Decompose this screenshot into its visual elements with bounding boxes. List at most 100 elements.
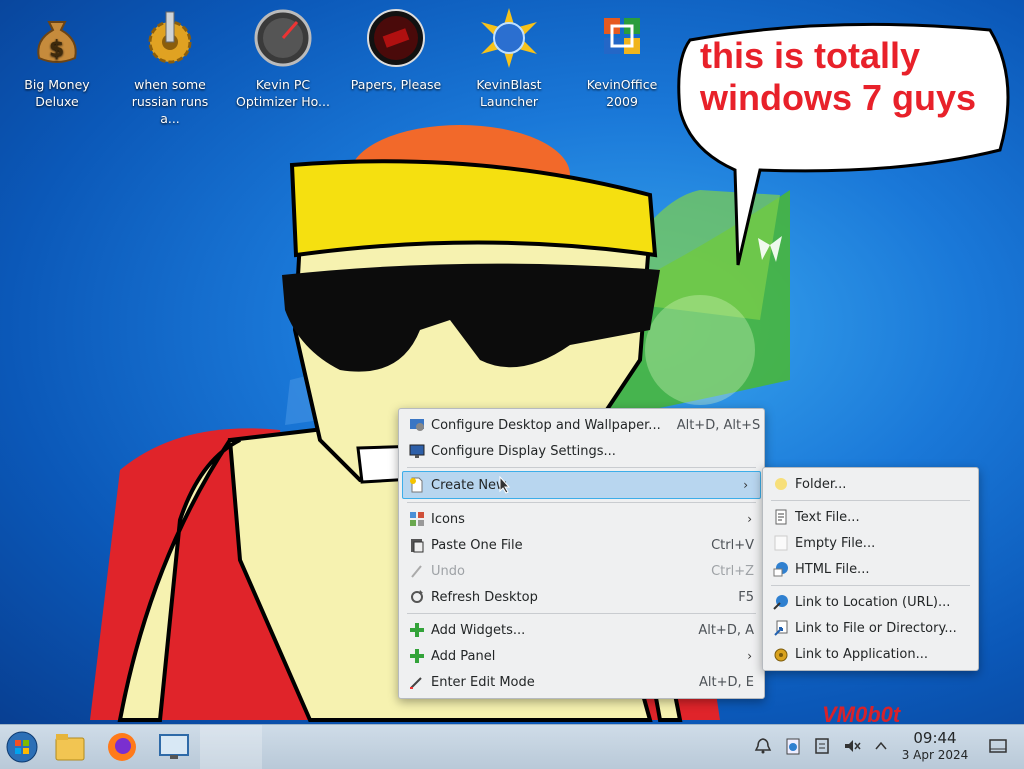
plus-icon (410, 649, 424, 663)
clipboard-icon (786, 738, 800, 755)
svg-text:$: $ (49, 37, 64, 62)
tray-notifications[interactable] (752, 735, 774, 757)
tray-clipboard[interactable] (782, 735, 804, 757)
edit-mode-icon (410, 677, 422, 689)
desktop-icon-kevinoffice-2009[interactable]: KevinOffice 2009 (570, 8, 674, 110)
taskbar-clock[interactable]: 09:44 3 Apr 2024 (896, 729, 974, 763)
menu-item-label: Folder... (795, 476, 847, 492)
chevron-right-icon: › (743, 478, 748, 492)
clock-date: 3 Apr 2024 (901, 748, 969, 762)
menu-item-label: Configure Desktop and Wallpaper... (431, 417, 661, 433)
menu-item-label: Paste One File (431, 537, 523, 553)
taskbar-divider (200, 725, 262, 769)
desktop-context-menu: Configure Desktop and Wallpaper... Alt+D… (398, 408, 765, 699)
menu-item-refresh-desktop[interactable]: Refresh Desktop F5 (399, 584, 764, 610)
create-new-submenu: Folder... Text File... Empty File... HTM… (762, 467, 979, 671)
start-orb-icon (6, 731, 38, 763)
menu-item-icons[interactable]: Icons › (399, 506, 764, 532)
html-file-icon (773, 562, 788, 577)
display-icon (409, 444, 425, 458)
tray-expand[interactable] (870, 735, 892, 757)
desktop-icon-label: Kevin PC Optimizer Ho... (236, 77, 330, 109)
menu-separator (407, 467, 756, 468)
menu-item-shortcut: Ctrl+V (711, 537, 754, 553)
folder-icon (775, 478, 787, 490)
gear-icon (148, 11, 192, 64)
office-logo-icon (604, 18, 640, 54)
menu-separator (407, 613, 756, 614)
submenu-item-link-application[interactable]: Link to Application... (763, 641, 978, 667)
desktop-icon-label: Big Money Deluxe (24, 77, 90, 109)
menu-item-enter-edit-mode[interactable]: Enter Edit Mode Alt+D, E (399, 669, 764, 695)
submenu-item-html-file[interactable]: HTML File... (763, 556, 978, 582)
remote-desktop-icon (159, 734, 189, 759)
chevron-right-icon: › (747, 649, 752, 663)
clock-time: 09:44 (913, 729, 957, 747)
submenu-item-folder[interactable]: Folder... (763, 471, 978, 497)
app-link-icon (774, 648, 788, 662)
menu-item-label: Enter Edit Mode (431, 674, 535, 690)
submenu-item-empty-file[interactable]: Empty File... (763, 530, 978, 556)
tray-storage[interactable] (811, 735, 833, 757)
speedometer-icon (254, 9, 312, 67)
desktop-icon-big-money-deluxe[interactable]: $ Big Money Deluxe (5, 8, 109, 110)
desktop-settings-icon (410, 419, 424, 431)
menu-item-label: Link to Application... (795, 646, 928, 662)
taskbar-firefox[interactable] (100, 727, 144, 767)
menu-separator (771, 500, 970, 501)
icons-grid-icon (410, 512, 424, 526)
empty-file-icon (774, 535, 788, 551)
menu-item-label: HTML File... (795, 561, 870, 577)
menu-item-shortcut: Ctrl+Z (711, 563, 754, 579)
menu-item-label: Add Widgets... (431, 622, 526, 638)
menu-item-add-widgets[interactable]: Add Widgets... Alt+D, A (399, 617, 764, 643)
menu-item-label: Icons (431, 511, 465, 527)
menu-item-label: Link to Location (URL)... (795, 594, 951, 610)
undo-icon (411, 565, 422, 578)
taskbar-file-manager[interactable] (48, 727, 92, 767)
plus-icon (410, 623, 424, 637)
menu-item-shortcut: Alt+D, A (698, 622, 754, 638)
mouse-cursor (499, 476, 511, 494)
money-bag-icon: $ (37, 21, 77, 63)
menu-item-undo[interactable]: Undo Ctrl+Z (399, 558, 764, 584)
show-desktop-icon (989, 739, 1007, 753)
desktop-icon-kevin-pc-optimizer[interactable]: Kevin PC Optimizer Ho... (231, 8, 335, 110)
desktop-icon-label: when some russian runs a... (131, 77, 209, 126)
menu-item-create-new[interactable]: Create New › (402, 471, 761, 499)
menu-item-label: Empty File... (795, 535, 876, 551)
desktop-icon-label: KevinOffice 2009 (586, 77, 658, 109)
menu-item-configure-desktop[interactable]: Configure Desktop and Wallpaper... Alt+D… (399, 412, 764, 438)
menu-item-shortcut: Alt+D, Alt+S (676, 417, 761, 433)
menu-separator (771, 585, 970, 586)
url-link-icon (773, 595, 788, 610)
desktop[interactable]: this is totally windows 7 guys VM0b0t $ B… (0, 0, 1024, 724)
submenu-item-link-file[interactable]: Link to File or Directory... (763, 615, 978, 641)
papers-please-icon (367, 9, 425, 67)
menu-item-add-panel[interactable]: Add Panel › (399, 643, 764, 669)
desktop-icon-kevinblast-launcher[interactable]: KevinBlast Launcher (457, 8, 561, 110)
taskbar: 09:44 3 Apr 2024 (0, 724, 1024, 769)
taskbar-remote-desktop[interactable] (152, 727, 196, 767)
text-file-icon (775, 509, 787, 525)
menu-item-label: Undo (431, 563, 465, 579)
submenu-item-text-file[interactable]: Text File... (763, 504, 978, 530)
desktop-icon-label: Papers, Please (350, 77, 442, 92)
chevron-up-icon (875, 741, 887, 750)
start-button[interactable] (0, 727, 44, 767)
desktop-icon-russian[interactable]: when some russian runs a... (118, 8, 222, 127)
show-desktop-button[interactable] (987, 735, 1009, 757)
submenu-item-link-url[interactable]: Link to Location (URL)... (763, 589, 978, 615)
menu-item-label: Configure Display Settings... (431, 443, 616, 459)
tray-volume[interactable] (841, 735, 863, 757)
storage-icon (815, 738, 829, 754)
firefox-icon (108, 733, 136, 761)
desktop-icon-papers-please[interactable]: Papers, Please (344, 8, 448, 93)
globe-burst-icon (481, 8, 537, 68)
menu-item-configure-display[interactable]: Configure Display Settings... (399, 438, 764, 464)
file-link-icon (774, 620, 788, 636)
menu-item-shortcut: F5 (738, 589, 754, 605)
menu-item-label: Text File... (795, 509, 860, 525)
menu-item-label: Link to File or Directory... (795, 620, 957, 636)
menu-item-paste[interactable]: Paste One File Ctrl+V (399, 532, 764, 558)
